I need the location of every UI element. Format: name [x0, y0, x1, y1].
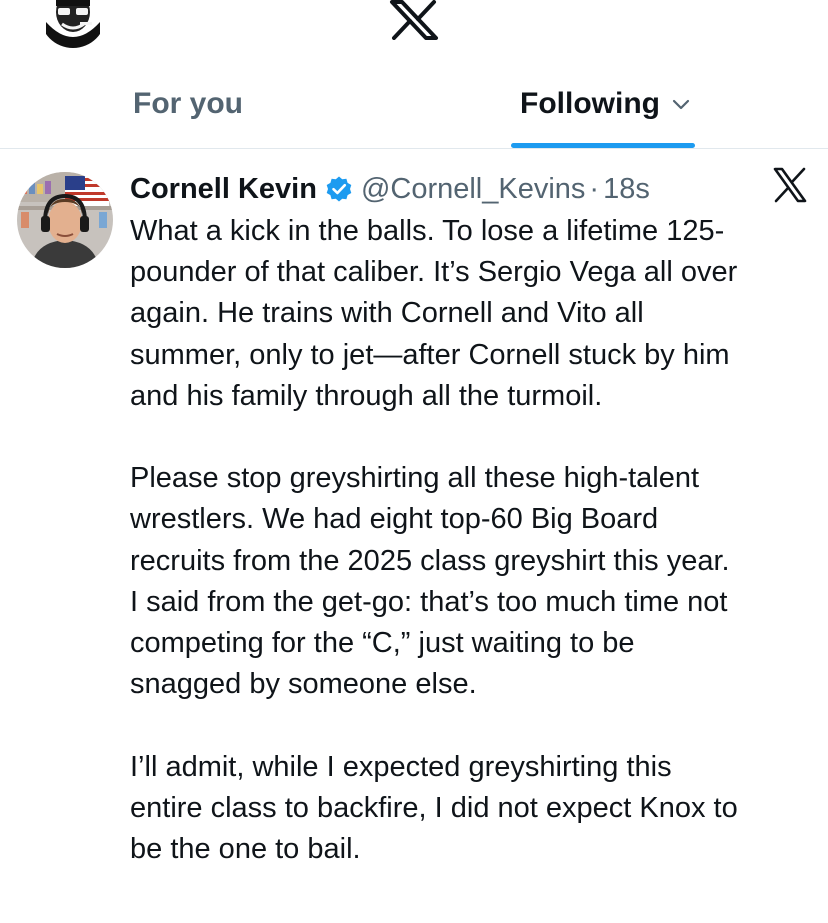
author-display-name[interactable]: Cornell Kevin: [130, 173, 317, 206]
tweet[interactable]: Cornell Kevin @Cornell_Kevins · 18s What…: [0, 149, 828, 923]
active-tab-indicator: [511, 143, 695, 148]
top-bar: [0, 0, 828, 60]
chevron-down-icon[interactable]: [672, 98, 690, 110]
verified-badge-icon[interactable]: [325, 175, 353, 203]
x-logo-icon: [773, 167, 807, 203]
tweet-text: What a kick in the balls. To lose a life…: [130, 211, 820, 870]
timeline-tabs: For you Following: [0, 60, 828, 149]
tab-for-you-label: For you: [133, 87, 243, 120]
tab-following-label: Following: [520, 87, 660, 120]
tweet-paragraph: What a kick in the balls. To lose a life…: [130, 215, 738, 412]
tweet-paragraph: Please stop greyshirting all these high-…: [130, 462, 730, 701]
tab-following[interactable]: Following: [490, 60, 720, 148]
header-separator: ·: [589, 172, 600, 205]
tweet-header: Cornell Kevin @Cornell_Kevins · 18s: [130, 169, 650, 209]
author-handle[interactable]: @Cornell_Kevins: [361, 173, 585, 206]
author-avatar[interactable]: [17, 172, 113, 268]
tab-for-you[interactable]: For you: [100, 60, 276, 148]
avatar-image: [40, 0, 106, 48]
author-avatar-image: [17, 172, 113, 268]
my-profile-avatar[interactable]: [40, 0, 106, 48]
tweet-paragraph: I’ll admit, while I expected greyshirtin…: [130, 750, 738, 866]
x-logo-icon[interactable]: [388, 0, 440, 40]
tweet-timestamp[interactable]: 18s: [603, 173, 650, 206]
